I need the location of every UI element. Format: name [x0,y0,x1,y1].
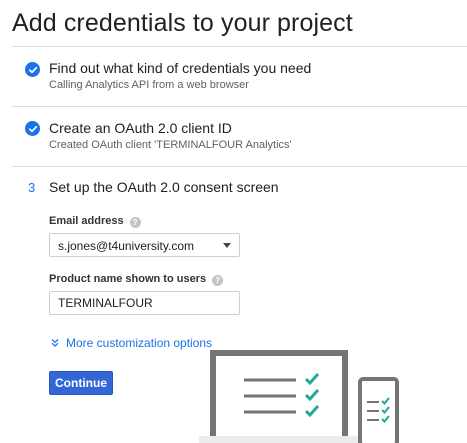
step-2: Create an OAuth 2.0 client ID Created OA… [12,106,467,166]
page-title: Add credentials to your project [12,9,353,37]
email-label: Email address? [49,215,141,228]
check-circle-icon [25,121,40,136]
step-number: 3 [28,180,36,195]
step-subtitle: Created OAuth client 'TERMINALFOUR Analy… [49,139,292,151]
dropdown-arrow-icon [223,243,231,248]
continue-button[interactable]: Continue [49,371,113,395]
step-title: Set up the OAuth 2.0 consent screen [49,179,279,195]
step-title: Find out what kind of credentials you ne… [49,60,312,76]
step-3: 3 Set up the OAuth 2.0 consent screen [12,166,467,196]
email-label-text: Email address [49,215,124,227]
more-customization-label: More customization options [66,336,213,350]
product-name-label: Product name shown to users? [49,273,224,286]
device-checklist-illustration [199,350,399,443]
more-customization-link[interactable]: More customization options [50,336,212,350]
help-icon[interactable]: ? [212,275,224,286]
step-subtitle: Calling Analytics API from a web browser [49,79,249,91]
email-select[interactable]: s.jones@t4university.com [49,233,240,257]
product-name-input[interactable] [49,291,240,315]
email-select-value: s.jones@t4university.com [58,239,195,253]
help-icon[interactable]: ? [129,217,141,228]
check-circle-icon [25,62,40,77]
double-chevron-down-icon [51,339,59,347]
product-name-label-text: Product name shown to users [49,273,207,285]
step-1: Find out what kind of credentials you ne… [12,46,467,106]
step-title: Create an OAuth 2.0 client ID [49,120,232,136]
